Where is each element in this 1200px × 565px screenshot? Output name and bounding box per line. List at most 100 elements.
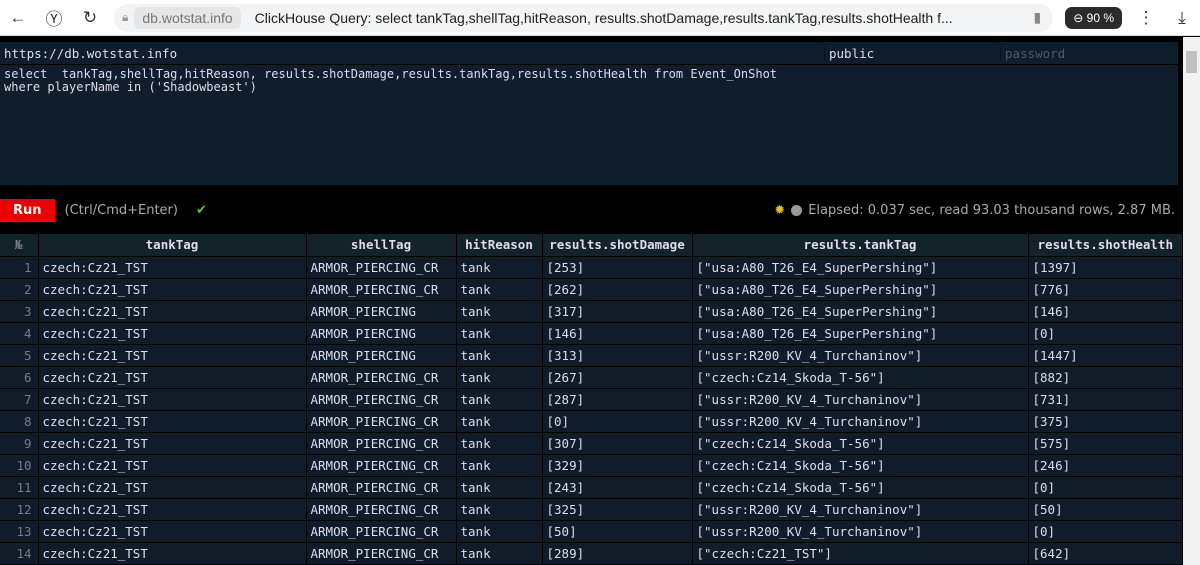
table-cell: czech:Cz21_TST: [38, 453, 307, 476]
table-cell: tank: [456, 255, 543, 278]
table-cell: 10: [0, 453, 39, 476]
column-header[interactable]: results.shotHealth: [1028, 234, 1183, 256]
table-cell: tank: [456, 299, 543, 322]
table-cell: ["usa:A80_T26_E4_SuperPershing"]: [692, 277, 1029, 300]
table-cell: tank: [456, 497, 543, 520]
password-input[interactable]: password: [1000, 45, 1178, 61]
table-row: 14 czech:Cz21_TST ARMOR_PIERCING_CR tank [28…: [0, 541, 1183, 564]
column-header[interactable]: shellTag: [306, 234, 457, 256]
table-cell: [0]: [542, 409, 693, 432]
table-cell: ["usa:A80_T26_E4_SuperPershing"]: [692, 299, 1029, 322]
table-cell: tank: [456, 321, 543, 344]
column-header[interactable]: №: [0, 234, 39, 256]
column-header[interactable]: hitReason: [456, 234, 543, 256]
table-row: 8 czech:Cz21_TST ARMOR_PIERCING_CR tank [0][…: [0, 409, 1183, 432]
table-cell: [575]: [1028, 431, 1183, 454]
zoom-level: 90 %: [1086, 10, 1114, 25]
table-cell: ["usa:A80_T26_E4_SuperPershing"]: [692, 255, 1029, 278]
connection-bar: https://db.wotstat.info public password: [0, 42, 1178, 64]
success-check-icon: ✔: [195, 202, 207, 218]
table-cell: [0]: [1028, 475, 1183, 498]
table-cell: [289]: [542, 541, 693, 564]
table-cell: ARMOR_PIERCING: [306, 343, 457, 366]
column-header[interactable]: tankTag: [38, 234, 307, 256]
back-icon[interactable]: ←: [0, 8, 36, 28]
table-cell: tank: [456, 387, 543, 410]
table-cell: 8: [0, 409, 39, 432]
table-cell: ARMOR_PIERCING_CR: [306, 453, 457, 476]
table-cell: ARMOR_PIERCING_CR: [306, 431, 457, 454]
table-cell: ARMOR_PIERCING_CR: [306, 255, 457, 278]
table-cell: tank: [456, 541, 543, 564]
bookmark-icon[interactable]: ▮: [1034, 9, 1042, 26]
table-cell: [642]: [1028, 541, 1183, 564]
menu-icon[interactable]: ⋮: [1128, 8, 1164, 28]
table-cell: ARMOR_PIERCING: [306, 299, 457, 322]
table-row: 12 czech:Cz21_TST ARMOR_PIERCING_CR tank [32…: [0, 497, 1183, 520]
table-cell: [146]: [542, 321, 693, 344]
table-cell: [267]: [542, 365, 693, 388]
table-cell: [0]: [1028, 519, 1183, 542]
run-bar: Run (Ctrl/Cmd+Enter) ✔ ✹ Elapsed: 0.037 …: [0, 195, 1183, 225]
theme-toggle-icon[interactable]: ✹: [774, 203, 785, 218]
scrollbar[interactable]: [1183, 37, 1200, 565]
table-cell: ARMOR_PIERCING_CR: [306, 277, 457, 300]
table-cell: czech:Cz21_TST: [38, 365, 307, 388]
download-icon[interactable]: ⤓: [1164, 8, 1200, 28]
table-cell: tank: [456, 453, 543, 476]
table-cell: 5: [0, 343, 39, 366]
run-button[interactable]: Run: [0, 198, 55, 222]
table-cell: ARMOR_PIERCING_CR: [306, 365, 457, 388]
table-cell: tank: [456, 475, 543, 498]
table-cell: [50]: [542, 519, 693, 542]
table-cell: 6: [0, 365, 39, 388]
table-cell: ["ussr:R200_KV_4_Turchaninov"]: [692, 519, 1029, 542]
table-cell: [146]: [1028, 299, 1183, 322]
query-editor[interactable]: select tankTag,shellTag,hitReason, resul…: [0, 65, 1178, 185]
table-cell: [313]: [542, 343, 693, 366]
table-cell: [246]: [1028, 453, 1183, 476]
table-row: 2 czech:Cz21_TST ARMOR_PIERCING_CR tank [262…: [0, 277, 1183, 300]
table-cell: ["czech:Cz14_Skoda_T-56"]: [692, 365, 1029, 388]
address-bar[interactable]: 🔒︎ db.wotstat.info ClickHouse Query: sel…: [114, 3, 1054, 32]
table-cell: ["usa:A80_T26_E4_SuperPershing"]: [692, 321, 1029, 344]
table-cell: tank: [456, 343, 543, 366]
table-row: 10 czech:Cz21_TST ARMOR_PIERCING_CR tank [32…: [0, 453, 1183, 476]
table-cell: 12: [0, 497, 39, 520]
table-cell: czech:Cz21_TST: [38, 431, 307, 454]
table-cell: czech:Cz21_TST: [38, 519, 307, 542]
table-cell: ARMOR_PIERCING_CR: [306, 387, 457, 410]
server-url-input[interactable]: https://db.wotstat.info: [0, 46, 824, 61]
table-cell: czech:Cz21_TST: [38, 387, 307, 410]
table-cell: 1: [0, 255, 39, 278]
column-header[interactable]: results.shotDamage: [542, 234, 693, 256]
zoom-badge[interactable]: ⊖ 90 %: [1065, 6, 1122, 29]
user-input[interactable]: public: [824, 45, 1000, 61]
table-cell: ARMOR_PIERCING_CR: [306, 497, 457, 520]
table-cell: tank: [456, 431, 543, 454]
table-cell: ARMOR_PIERCING: [306, 321, 457, 344]
table-cell: tank: [456, 277, 543, 300]
results-table: № tankTag shellTag hitReason results.shotDam…: [0, 234, 1183, 564]
page-title: ClickHouse Query: select tankTag,shellTa…: [254, 9, 953, 26]
table-row: 1 czech:Cz21_TST ARMOR_PIERCING_CR tank [253…: [0, 255, 1183, 278]
table-cell: czech:Cz21_TST: [38, 541, 307, 564]
column-header[interactable]: results.tankTag: [692, 234, 1029, 256]
status-dot-icon: [791, 204, 803, 216]
table-cell: tank: [456, 365, 543, 388]
table-cell: ["ussr:R200_KV_4_Turchaninov"]: [692, 387, 1029, 410]
run-shortcut-hint: (Ctrl/Cmd+Enter): [64, 202, 178, 218]
table-row: 13 czech:Cz21_TST ARMOR_PIERCING_CR tank [50…: [0, 519, 1183, 542]
table-cell: [329]: [542, 453, 693, 476]
yandex-icon[interactable]: Ⓨ: [36, 5, 72, 30]
table-cell: 2: [0, 277, 39, 300]
table-cell: ["czech:Cz14_Skoda_T-56"]: [692, 453, 1029, 476]
table-cell: [307]: [542, 431, 693, 454]
reload-icon[interactable]: ↻: [72, 8, 108, 28]
table-cell: czech:Cz21_TST: [38, 277, 307, 300]
scrollbar-thumb[interactable]: [1186, 51, 1197, 73]
table-cell: 11: [0, 475, 39, 498]
table-cell: [262]: [542, 277, 693, 300]
table-row: 3 czech:Cz21_TST ARMOR_PIERCING tank [317] ["…: [0, 299, 1183, 322]
table-cell: ["ussr:R200_KV_4_Turchaninov"]: [692, 343, 1029, 366]
